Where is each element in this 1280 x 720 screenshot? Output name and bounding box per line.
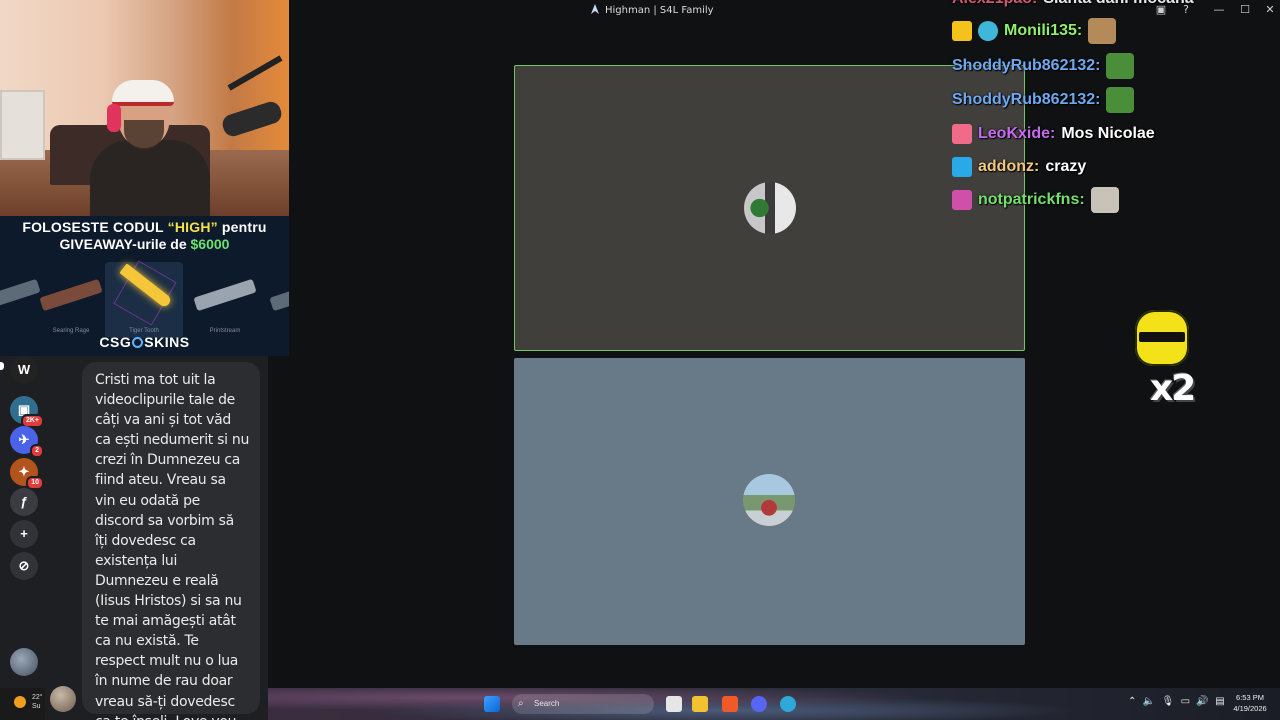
- chat-message: Monili135:: [952, 18, 1117, 44]
- participant-avatar: [743, 474, 795, 526]
- chat-message: addonz: crazy: [952, 154, 1086, 180]
- skin-item: [262, 262, 289, 338]
- brave-browser-icon[interactable]: [722, 696, 738, 712]
- user-badge-icon: [952, 124, 972, 144]
- call-tile[interactable]: [514, 358, 1025, 645]
- pepe-emote-icon: [1106, 87, 1135, 113]
- cat-emote-icon: [1088, 18, 1117, 44]
- discover-icon[interactable]: ⊘: [10, 552, 38, 580]
- promo-code: “HIGH”: [167, 219, 218, 235]
- chat-message: ShoddyRub862132:: [952, 53, 1135, 79]
- call-tile-speaking[interactable]: [514, 65, 1025, 351]
- emote-multiplier: x2: [1150, 368, 1196, 409]
- subscriber-badge-icon: [978, 21, 998, 41]
- sender-avatar[interactable]: [50, 686, 76, 712]
- user-avatar[interactable]: [10, 648, 38, 676]
- file-explorer-icon[interactable]: [692, 696, 708, 712]
- chat-message: Alex21pao: Sianta dani mocana: [952, 0, 1194, 12]
- add-server-icon[interactable]: +: [10, 520, 38, 548]
- taskbar-search[interactable]: ⌕ Search: [512, 694, 654, 714]
- moderator-badge-icon: [952, 157, 972, 177]
- server-icon[interactable]: ƒ: [10, 488, 38, 516]
- taskbar-clock[interactable]: 6:53 PM 4/19/2026: [1225, 692, 1275, 714]
- weather-icon[interactable]: [14, 696, 26, 708]
- minimize-button[interactable]: —: [1210, 3, 1228, 16]
- app-icon: [591, 4, 599, 14]
- close-button[interactable]: ✕: [1261, 3, 1279, 16]
- server-icon[interactable]: W: [10, 356, 38, 384]
- server-icon[interactable]: ▣ 2K+: [10, 396, 44, 428]
- screen: Highman | S4L Family ▣ ? — ☐ ✕ FOLOSESTE…: [0, 0, 1280, 720]
- brand-logo: CSG SKINS: [99, 334, 190, 350]
- task-view-icon[interactable]: [666, 696, 682, 712]
- skin-item-selected: Tiger Tooth: [105, 260, 183, 338]
- participant-avatar: [744, 182, 796, 234]
- chat-message: LeoKxide: Mos Nicolae: [952, 121, 1155, 147]
- skin-item: Searing Rage: [32, 262, 110, 338]
- cool-emote-icon: [1135, 310, 1191, 368]
- skin-item: Printstream: [186, 262, 264, 338]
- crown-badge-icon: [952, 21, 972, 41]
- weather-text: 22° Su: [32, 694, 43, 710]
- chat-message: ShoddyRub862132:: [952, 87, 1135, 113]
- maximize-button[interactable]: ☐: [1236, 3, 1254, 16]
- promo-line-1: FOLOSESTE CODUL “HIGH” pentru: [22, 219, 267, 235]
- chat-message: notpatrickfns:: [952, 187, 1119, 213]
- server-icon[interactable]: ✈ 2: [10, 426, 44, 458]
- pepe-emote-icon: [1106, 53, 1135, 79]
- streamer-webcam: [0, 0, 289, 216]
- search-icon: ⌕: [518, 698, 524, 709]
- server-icon[interactable]: ✦ 10: [10, 458, 44, 490]
- message-panel: Cristi ma tot uit la videoclipurile tale…: [45, 356, 268, 720]
- unread-badge: 2: [30, 444, 44, 458]
- message-bubble: Cristi ma tot uit la videoclipurile tale…: [82, 362, 260, 720]
- logo-circle-icon: [132, 337, 144, 348]
- message-text: Cristi ma tot uit la videoclipurile tale…: [95, 372, 250, 720]
- promo-line-2: GIVEAWAY-urile de $6000: [59, 236, 230, 252]
- discord-icon[interactable]: [751, 696, 767, 712]
- browser-icon[interactable]: [780, 696, 796, 712]
- window-title: Highman | S4L Family: [605, 5, 714, 16]
- cat-emote-icon: [1090, 187, 1119, 213]
- windows-start-icon[interactable]: [484, 696, 500, 712]
- system-tray[interactable]: ⌃ 🔈 🎙 ▭ 🔊 ▤: [1128, 696, 1225, 707]
- user-badge-icon: [952, 190, 972, 210]
- giveaway-amount: $6000: [190, 236, 230, 252]
- server-rail: W ▣ 2K+ ✈ 2 ✦ 10 ƒ + ⊘: [0, 356, 45, 688]
- sponsor-banner: FOLOSESTE CODUL “HIGH” pentru GIVEAWAY-u…: [0, 216, 289, 356]
